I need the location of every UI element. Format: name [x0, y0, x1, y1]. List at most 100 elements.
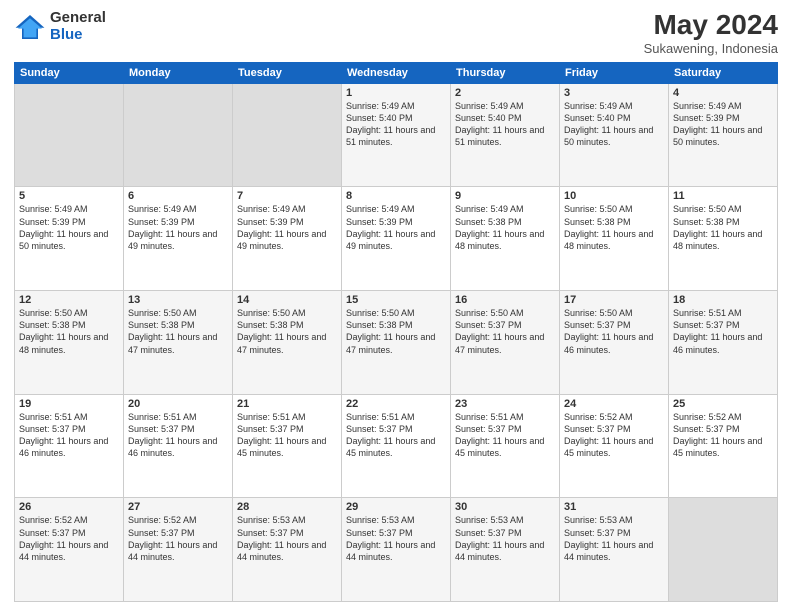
calendar-day-cell: 25Sunrise: 5:52 AMSunset: 5:37 PMDayligh…	[669, 394, 778, 498]
calendar-day-header: Wednesday	[342, 62, 451, 83]
day-detail: Sunrise: 5:51 AMSunset: 5:37 PMDaylight:…	[673, 307, 773, 356]
calendar-day-cell: 11Sunrise: 5:50 AMSunset: 5:38 PMDayligh…	[669, 187, 778, 291]
logo-icon	[14, 13, 46, 41]
calendar-day-cell: 19Sunrise: 5:51 AMSunset: 5:37 PMDayligh…	[15, 394, 124, 498]
calendar-day-header: Thursday	[451, 62, 560, 83]
day-detail: Sunrise: 5:49 AMSunset: 5:38 PMDaylight:…	[455, 203, 555, 252]
calendar-day-header: Saturday	[669, 62, 778, 83]
calendar-day-cell: 21Sunrise: 5:51 AMSunset: 5:37 PMDayligh…	[233, 394, 342, 498]
calendar-day-cell: 16Sunrise: 5:50 AMSunset: 5:37 PMDayligh…	[451, 291, 560, 395]
day-detail: Sunrise: 5:49 AMSunset: 5:39 PMDaylight:…	[237, 203, 337, 252]
day-number: 20	[128, 398, 228, 410]
header: General Blue May 2024 Sukawening, Indone…	[14, 10, 778, 56]
day-number: 10	[564, 190, 664, 202]
day-number: 25	[673, 398, 773, 410]
day-number: 11	[673, 190, 773, 202]
day-number: 23	[455, 398, 555, 410]
calendar-day-cell: 27Sunrise: 5:52 AMSunset: 5:37 PMDayligh…	[124, 498, 233, 602]
calendar-day-header: Friday	[560, 62, 669, 83]
day-number: 22	[346, 398, 446, 410]
calendar-week-row: 26Sunrise: 5:52 AMSunset: 5:37 PMDayligh…	[15, 498, 778, 602]
calendar-day-cell: 2Sunrise: 5:49 AMSunset: 5:40 PMDaylight…	[451, 83, 560, 187]
day-detail: Sunrise: 5:51 AMSunset: 5:37 PMDaylight:…	[346, 411, 446, 460]
calendar-day-cell: 30Sunrise: 5:53 AMSunset: 5:37 PMDayligh…	[451, 498, 560, 602]
day-detail: Sunrise: 5:49 AMSunset: 5:39 PMDaylight:…	[128, 203, 228, 252]
logo: General Blue	[14, 10, 106, 43]
calendar-day-cell: 26Sunrise: 5:52 AMSunset: 5:37 PMDayligh…	[15, 498, 124, 602]
calendar-day-header: Tuesday	[233, 62, 342, 83]
day-number: 19	[19, 398, 119, 410]
calendar-week-row: 19Sunrise: 5:51 AMSunset: 5:37 PMDayligh…	[15, 394, 778, 498]
day-number: 31	[564, 501, 664, 513]
day-detail: Sunrise: 5:51 AMSunset: 5:37 PMDaylight:…	[19, 411, 119, 460]
calendar-day-cell: 29Sunrise: 5:53 AMSunset: 5:37 PMDayligh…	[342, 498, 451, 602]
day-number: 7	[237, 190, 337, 202]
calendar-day-cell: 24Sunrise: 5:52 AMSunset: 5:37 PMDayligh…	[560, 394, 669, 498]
calendar-day-cell: 10Sunrise: 5:50 AMSunset: 5:38 PMDayligh…	[560, 187, 669, 291]
day-number: 29	[346, 501, 446, 513]
day-detail: Sunrise: 5:50 AMSunset: 5:38 PMDaylight:…	[237, 307, 337, 356]
calendar-day-cell	[15, 83, 124, 187]
day-number: 8	[346, 190, 446, 202]
day-number: 5	[19, 190, 119, 202]
title-block: May 2024 Sukawening, Indonesia	[644, 10, 778, 56]
calendar-week-row: 1Sunrise: 5:49 AMSunset: 5:40 PMDaylight…	[15, 83, 778, 187]
day-number: 18	[673, 294, 773, 306]
day-number: 9	[455, 190, 555, 202]
calendar-day-cell: 17Sunrise: 5:50 AMSunset: 5:37 PMDayligh…	[560, 291, 669, 395]
calendar-day-cell: 4Sunrise: 5:49 AMSunset: 5:39 PMDaylight…	[669, 83, 778, 187]
day-detail: Sunrise: 5:53 AMSunset: 5:37 PMDaylight:…	[564, 514, 664, 563]
day-detail: Sunrise: 5:50 AMSunset: 5:38 PMDaylight:…	[128, 307, 228, 356]
day-detail: Sunrise: 5:52 AMSunset: 5:37 PMDaylight:…	[128, 514, 228, 563]
day-number: 24	[564, 398, 664, 410]
calendar-day-cell: 14Sunrise: 5:50 AMSunset: 5:38 PMDayligh…	[233, 291, 342, 395]
day-detail: Sunrise: 5:49 AMSunset: 5:39 PMDaylight:…	[673, 100, 773, 149]
logo-text: General Blue	[50, 10, 106, 43]
logo-general-text: General	[50, 10, 106, 27]
calendar-day-header: Monday	[124, 62, 233, 83]
day-detail: Sunrise: 5:49 AMSunset: 5:39 PMDaylight:…	[19, 203, 119, 252]
calendar-day-cell: 22Sunrise: 5:51 AMSunset: 5:37 PMDayligh…	[342, 394, 451, 498]
day-number: 17	[564, 294, 664, 306]
day-detail: Sunrise: 5:49 AMSunset: 5:39 PMDaylight:…	[346, 203, 446, 252]
calendar-day-cell: 12Sunrise: 5:50 AMSunset: 5:38 PMDayligh…	[15, 291, 124, 395]
calendar-day-cell: 5Sunrise: 5:49 AMSunset: 5:39 PMDaylight…	[15, 187, 124, 291]
day-number: 21	[237, 398, 337, 410]
day-number: 3	[564, 87, 664, 99]
day-detail: Sunrise: 5:51 AMSunset: 5:37 PMDaylight:…	[455, 411, 555, 460]
day-detail: Sunrise: 5:53 AMSunset: 5:37 PMDaylight:…	[455, 514, 555, 563]
day-detail: Sunrise: 5:49 AMSunset: 5:40 PMDaylight:…	[455, 100, 555, 149]
main-title: May 2024	[644, 10, 778, 41]
calendar-day-cell: 7Sunrise: 5:49 AMSunset: 5:39 PMDaylight…	[233, 187, 342, 291]
day-number: 26	[19, 501, 119, 513]
subtitle: Sukawening, Indonesia	[644, 41, 778, 56]
day-number: 13	[128, 294, 228, 306]
day-number: 30	[455, 501, 555, 513]
page: General Blue May 2024 Sukawening, Indone…	[0, 0, 792, 612]
day-number: 28	[237, 501, 337, 513]
calendar-day-cell	[233, 83, 342, 187]
day-detail: Sunrise: 5:50 AMSunset: 5:37 PMDaylight:…	[455, 307, 555, 356]
calendar-day-cell: 28Sunrise: 5:53 AMSunset: 5:37 PMDayligh…	[233, 498, 342, 602]
day-detail: Sunrise: 5:50 AMSunset: 5:38 PMDaylight:…	[19, 307, 119, 356]
day-detail: Sunrise: 5:51 AMSunset: 5:37 PMDaylight:…	[237, 411, 337, 460]
calendar-day-cell: 8Sunrise: 5:49 AMSunset: 5:39 PMDaylight…	[342, 187, 451, 291]
day-detail: Sunrise: 5:50 AMSunset: 5:38 PMDaylight:…	[673, 203, 773, 252]
day-number: 27	[128, 501, 228, 513]
calendar-day-cell: 18Sunrise: 5:51 AMSunset: 5:37 PMDayligh…	[669, 291, 778, 395]
calendar-day-header: Sunday	[15, 62, 124, 83]
calendar-day-cell	[124, 83, 233, 187]
calendar-header-row: SundayMondayTuesdayWednesdayThursdayFrid…	[15, 62, 778, 83]
day-detail: Sunrise: 5:50 AMSunset: 5:38 PMDaylight:…	[564, 203, 664, 252]
day-detail: Sunrise: 5:52 AMSunset: 5:37 PMDaylight:…	[673, 411, 773, 460]
day-number: 12	[19, 294, 119, 306]
day-detail: Sunrise: 5:53 AMSunset: 5:37 PMDaylight:…	[346, 514, 446, 563]
logo-blue-text: Blue	[50, 27, 106, 44]
day-number: 14	[237, 294, 337, 306]
calendar-day-cell: 13Sunrise: 5:50 AMSunset: 5:38 PMDayligh…	[124, 291, 233, 395]
calendar-day-cell: 9Sunrise: 5:49 AMSunset: 5:38 PMDaylight…	[451, 187, 560, 291]
calendar-day-cell: 1Sunrise: 5:49 AMSunset: 5:40 PMDaylight…	[342, 83, 451, 187]
day-detail: Sunrise: 5:52 AMSunset: 5:37 PMDaylight:…	[19, 514, 119, 563]
day-detail: Sunrise: 5:49 AMSunset: 5:40 PMDaylight:…	[564, 100, 664, 149]
calendar-day-cell: 31Sunrise: 5:53 AMSunset: 5:37 PMDayligh…	[560, 498, 669, 602]
